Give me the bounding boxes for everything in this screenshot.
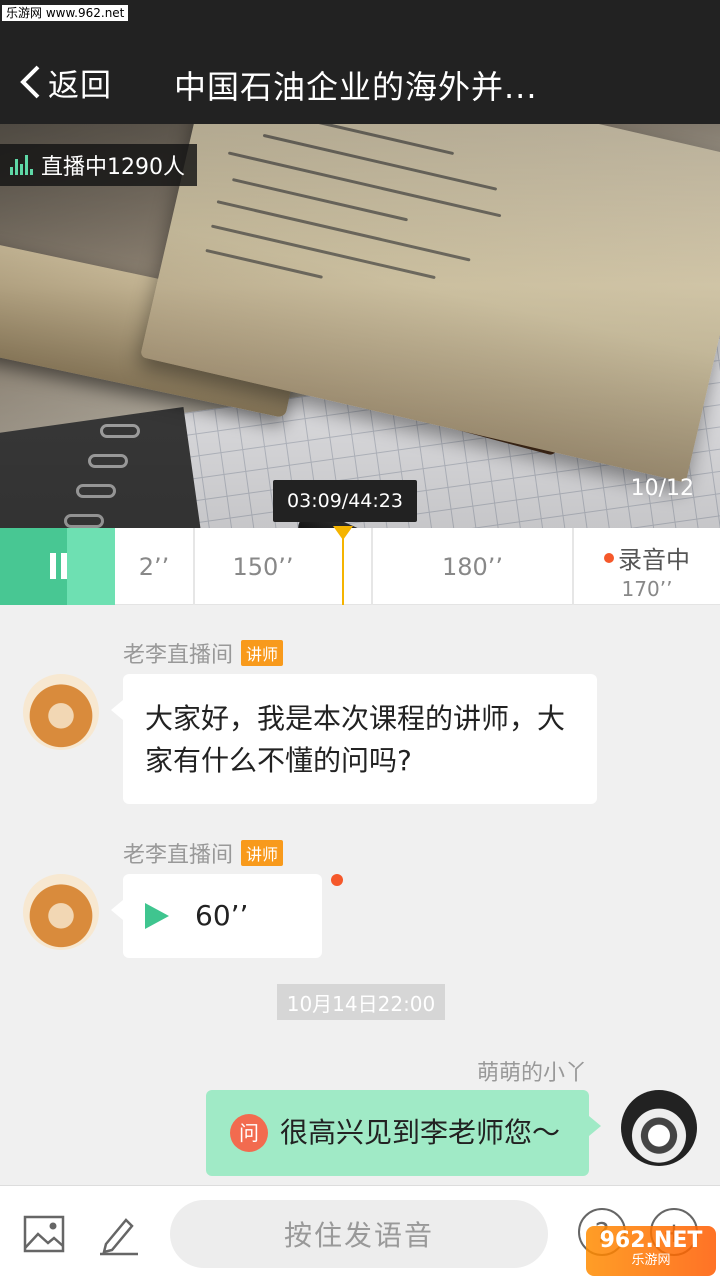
playback-time: 03:09/44:23 [273, 480, 417, 522]
nav-bar: 返回 中国石油企业的海外并... [0, 40, 720, 124]
unread-dot-icon [331, 874, 343, 886]
live-bars-icon [10, 155, 33, 175]
recording-segment[interactable]: 录音中 170’’ [572, 528, 720, 605]
recording-duration: 170’’ [621, 577, 673, 601]
play-icon [145, 903, 169, 929]
question-icon: 问 [230, 1114, 268, 1152]
pause-button[interactable] [0, 528, 115, 605]
lecturer-tag: 讲师 [241, 640, 284, 666]
message-sender: 老李直播间 讲师 [123, 837, 284, 869]
message-sender: 萌萌的小丫 [476, 1061, 587, 1086]
hold-to-talk-button[interactable]: 按住发语音 [170, 1200, 548, 1268]
back-arrow-icon [20, 65, 40, 99]
message-bubble[interactable]: 大家好，我是本次课程的讲师，大家有什么不懂的问吗? [111, 674, 597, 804]
watermark-top: 乐游网 www.962.net [2, 5, 129, 21]
chat-list[interactable]: 老李直播间 讲师 大家好，我是本次课程的讲师，大家有什么不懂的问吗? 老李直播间… [0, 605, 720, 1185]
slide-image[interactable]: 直播中1290人 10/12 [0, 124, 720, 528]
pen-icon[interactable] [96, 1212, 140, 1256]
avatar[interactable] [23, 874, 99, 950]
pause-icon [50, 553, 56, 579]
watermark-bottom: 962.NET 乐游网 [586, 1226, 716, 1276]
recording-dot-icon [604, 552, 614, 563]
playhead-marker-icon [333, 526, 353, 540]
status-bar: 乐游网 www.962.net [0, 0, 720, 40]
message-sender: 老李直播间 讲师 [123, 637, 284, 669]
message-timestamp: 10月14日22:00 [277, 984, 445, 1020]
recording-label: 录音中 [618, 546, 690, 574]
lecturer-tag: 讲师 [241, 840, 284, 866]
page-title: 中国石油企业的海外并... [174, 68, 538, 106]
slide-page-counter: 10/12 [630, 476, 694, 501]
live-viewers-label: 直播中1290人 [41, 155, 185, 180]
voice-message-bubble[interactable]: 60’’ [111, 874, 322, 958]
timeline-segment[interactable]: 2’’ [115, 528, 193, 605]
live-viewers-badge: 直播中1290人 [0, 144, 197, 186]
message-text: 很高兴见到李老师您～ [280, 1116, 561, 1149]
message-text: 大家好，我是本次课程的讲师，大家有什么不懂的问吗? [145, 702, 566, 777]
back-button[interactable]: 返回 [18, 60, 112, 104]
message-bubble[interactable]: 问 很高兴见到李老师您～ [206, 1090, 601, 1176]
avatar[interactable] [23, 674, 99, 750]
voice-duration: 60’’ [195, 899, 249, 932]
image-icon[interactable] [22, 1212, 66, 1256]
audio-timeline[interactable]: 2’’ 150’’ 180’’ 录音中 170’’ [0, 526, 720, 605]
avatar[interactable] [621, 1090, 697, 1166]
timeline-segment[interactable]: 180’’ [371, 528, 572, 605]
back-label: 返回 [48, 67, 112, 104]
